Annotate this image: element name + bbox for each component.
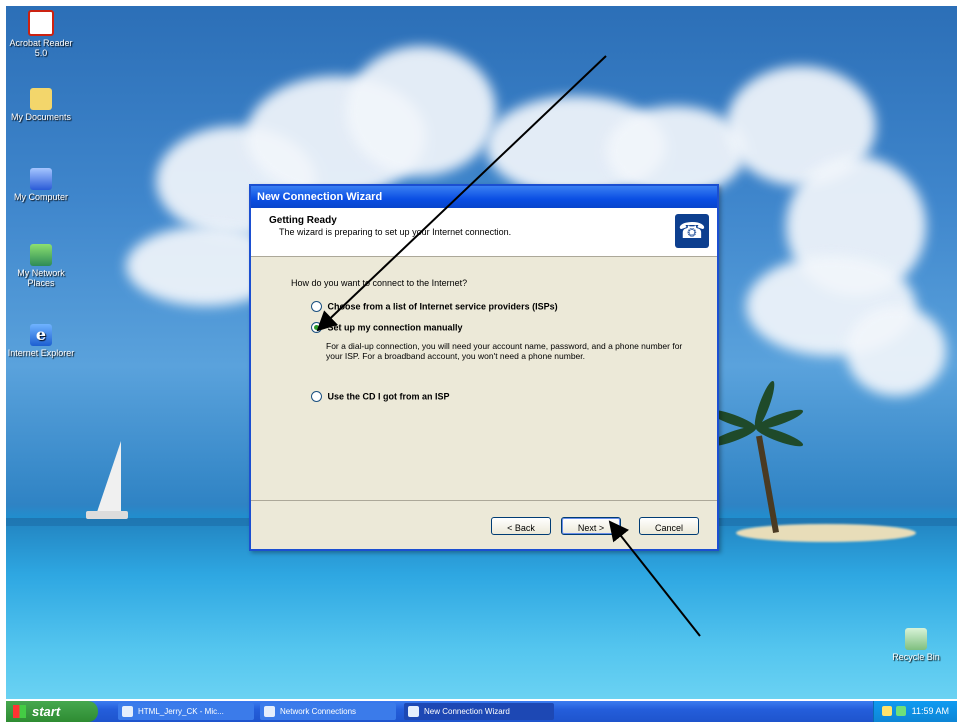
desktop-icon-label: My Computer: [13, 192, 68, 202]
windows-logo-icon: [13, 705, 26, 718]
network-connections-icon: [264, 706, 275, 717]
option-label: Choose from a list of Internet service p…: [327, 301, 558, 312]
taskbar: start HTML_Jerry_CK - Mic... Network Con…: [6, 701, 957, 722]
tray-icon[interactable]: [896, 706, 906, 716]
back-button[interactable]: < Back: [491, 517, 551, 535]
palm-tree-leaves: [707, 379, 805, 456]
system-tray: 11:59 AM: [873, 701, 957, 722]
cancel-button[interactable]: Cancel: [639, 517, 699, 535]
taskbar-item-new-connection-wizard[interactable]: New Connection Wizard: [404, 703, 554, 720]
start-button[interactable]: start: [6, 701, 98, 722]
dialog-title: New Connection Wizard: [257, 191, 383, 203]
clock: 11:59 AM: [911, 706, 949, 716]
desktop-icon-recycle-bin[interactable]: Recycle Bin: [881, 628, 951, 662]
taskbar-item-label: New Connection Wizard: [424, 707, 510, 716]
desktop-icon-my-computer[interactable]: My Computer: [6, 168, 76, 202]
button-bar: < Back Next > Cancel: [251, 500, 717, 549]
radio-button[interactable]: [311, 301, 322, 313]
desktop-icon-label: My Documents: [10, 112, 72, 122]
word-document-icon: [122, 706, 133, 717]
acrobat-icon: [28, 10, 54, 36]
dialog-title-bar[interactable]: New Connection Wizard: [251, 186, 717, 208]
cloud: [606, 106, 746, 196]
sailboat-hull: [86, 511, 128, 519]
header-title: Getting Ready: [269, 215, 337, 226]
taskbar-item-network-connections[interactable]: Network Connections: [260, 703, 396, 720]
wizard-body: How do you want to connect to the Intern…: [251, 258, 717, 494]
option-choose-isp[interactable]: Choose from a list of Internet service p…: [311, 301, 558, 313]
start-label: start: [32, 704, 61, 719]
option-label: Set up my connection manually: [327, 322, 463, 333]
radio-button-selected[interactable]: [311, 322, 322, 334]
desktop-icon-label: Acrobat Reader 5.0: [9, 38, 73, 58]
option-manual-setup[interactable]: Set up my connection manually: [311, 322, 463, 334]
desktop-icon-internet-explorer[interactable]: e Internet Explorer: [6, 324, 76, 358]
wizard-header: Getting Ready The wizard is preparing to…: [251, 208, 717, 257]
recycle-bin-icon: [905, 628, 927, 650]
desktop-icon-my-documents[interactable]: My Documents: [6, 88, 76, 122]
new-connection-wizard-dialog: New Connection Wizard Getting Ready The …: [249, 184, 719, 551]
desktop-icon-label: Recycle Bin: [892, 652, 940, 662]
option-label: Use the CD I got from an ISP: [327, 391, 450, 402]
question-label: How do you want to connect to the Intern…: [291, 278, 468, 288]
cloud: [346, 46, 496, 176]
option-isp-cd[interactable]: Use the CD I got from an ISP: [311, 391, 450, 403]
wizard-icon: [408, 706, 419, 717]
taskbar-item-label: HTML_Jerry_CK - Mic...: [138, 707, 224, 716]
next-button[interactable]: Next >: [561, 517, 621, 535]
connection-wizard-icon: ☎: [675, 214, 709, 248]
network-icon: [30, 244, 52, 266]
sailboat: [96, 441, 121, 515]
desktop-icon-my-network-places[interactable]: My Network Places: [6, 244, 76, 288]
manual-option-description: For a dial-up connection, you will need …: [326, 341, 683, 361]
folder-icon: [30, 88, 52, 110]
tray-icon[interactable]: [882, 706, 892, 716]
computer-icon: [30, 168, 52, 190]
taskbar-item-label: Network Connections: [280, 707, 357, 716]
cloud: [846, 306, 946, 396]
desktop-icon-acrobat[interactable]: Acrobat Reader 5.0: [6, 10, 76, 58]
desktop-icon-label: My Network Places: [17, 268, 65, 288]
island: [736, 524, 916, 542]
taskbar-item-word-document[interactable]: HTML_Jerry_CK - Mic...: [118, 703, 254, 720]
ie-icon: e: [30, 324, 52, 346]
header-subtitle: The wizard is preparing to set up your I…: [279, 227, 512, 237]
radio-button[interactable]: [311, 391, 322, 403]
desktop-icon-label: Internet Explorer: [7, 348, 75, 358]
